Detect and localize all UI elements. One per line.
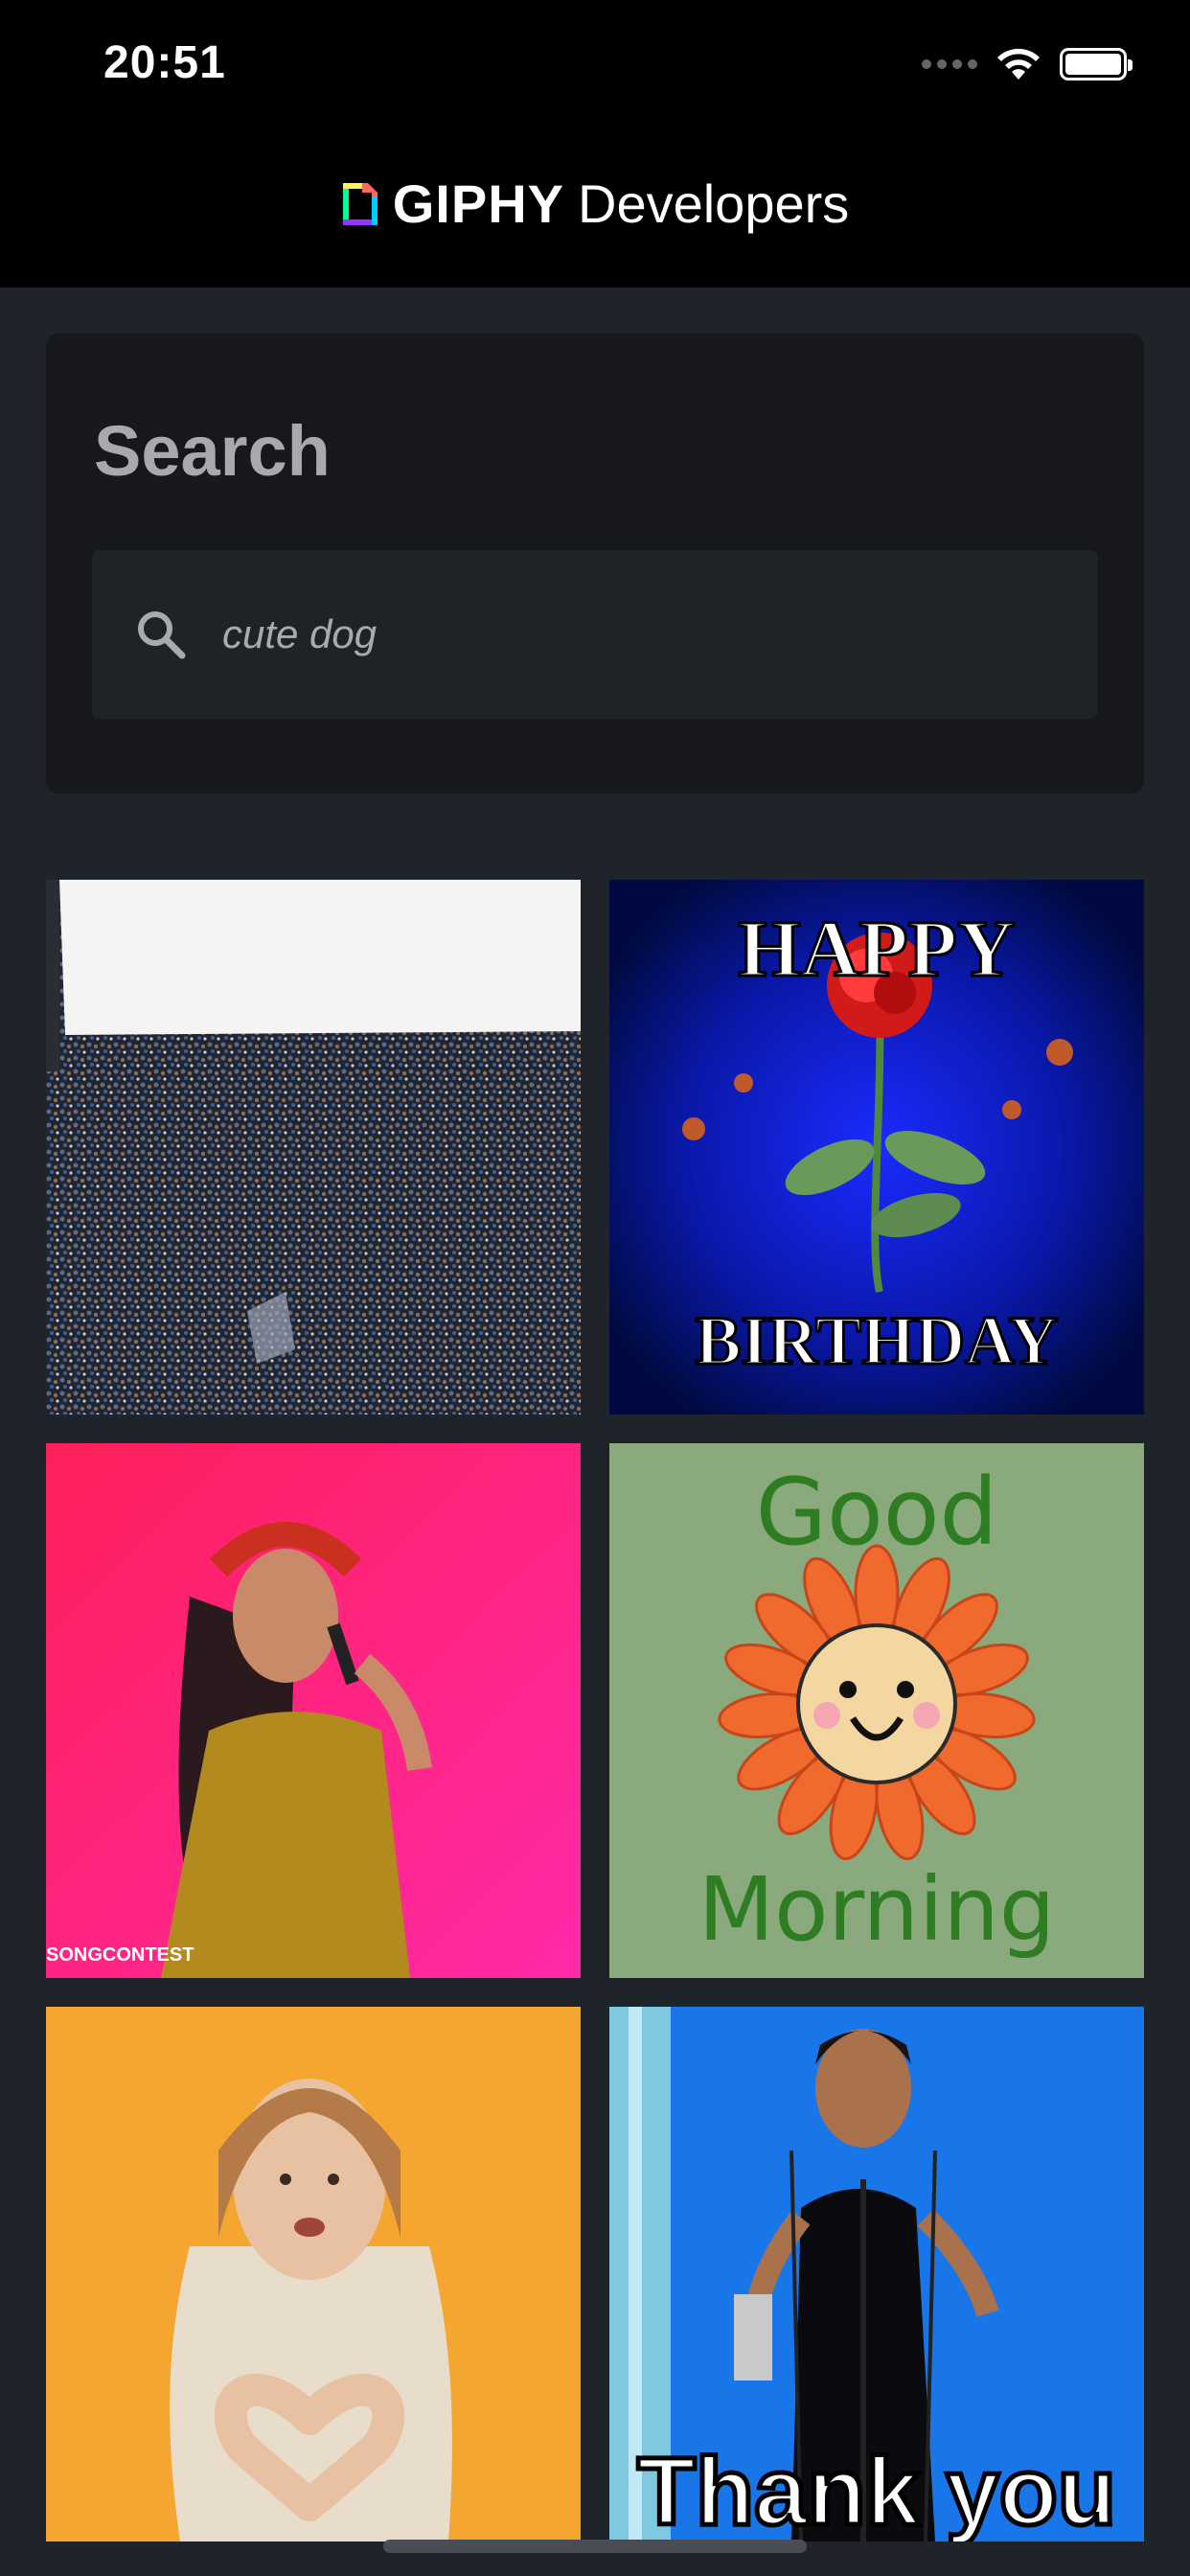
gif-tile-good-morning[interactable]: Good Morning	[609, 1443, 1144, 1978]
gif-text-overlay: Thank you	[637, 2438, 1116, 2542]
home-indicator[interactable]	[383, 2540, 807, 2553]
gif-tile-thank-you[interactable]: Thank you	[609, 2007, 1144, 2542]
gif-caption: SONGCONTEST	[46, 1944, 194, 1966]
gif-tile-singer[interactable]: SONGCONTEST	[46, 1443, 581, 1978]
search-field[interactable]	[92, 550, 1098, 719]
search-card: Search	[46, 334, 1144, 794]
status-time: 20:51	[103, 37, 226, 88]
gif-tile-heart-hands[interactable]	[46, 2007, 581, 2542]
gif-text-bottom: BIRTHDAY	[696, 1302, 1059, 1379]
wifi-icon	[997, 48, 1040, 80]
giphy-logo-icon	[342, 182, 378, 225]
status-icons	[922, 40, 1133, 88]
gif-text-top: HAPPY	[738, 905, 1015, 994]
cellular-signal-icon	[922, 59, 977, 69]
search-title: Search	[94, 411, 331, 491]
app-header: GIPHY Developers	[0, 172, 1190, 235]
search-input[interactable]	[220, 610, 1006, 658]
top-bar: 20:51 GIPHY Developers	[0, 0, 1190, 288]
battery-icon	[1060, 48, 1133, 80]
gif-grid: HAPPY BIRTHDAY SONGCONTEST Good Morning …	[46, 880, 1144, 2542]
search-icon	[130, 604, 192, 665]
brand-subtitle: Developers	[578, 173, 850, 234]
gif-tile-happy-birthday[interactable]: HAPPY BIRTHDAY	[609, 880, 1144, 1414]
gif-text-bottom: Morning	[698, 1858, 1055, 1961]
brand-name: GIPHY	[392, 173, 564, 234]
gif-tile-stadium-crowd[interactable]	[46, 880, 581, 1414]
